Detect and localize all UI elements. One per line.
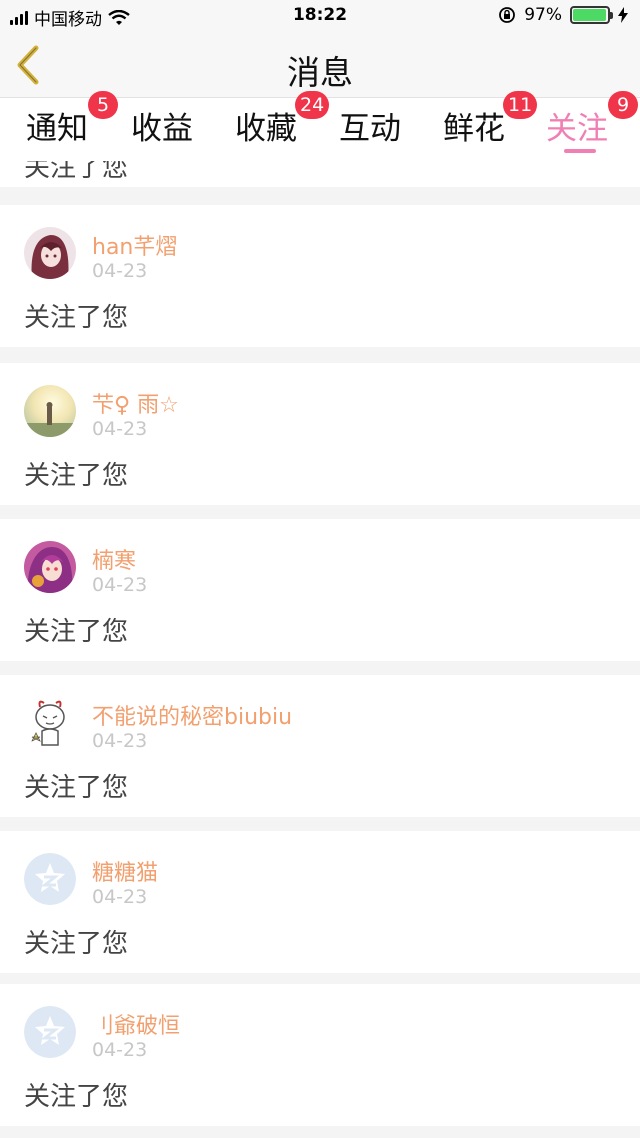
- default-avatar-icon: [24, 853, 76, 905]
- username[interactable]: 楠寒: [92, 543, 136, 575]
- avatar[interactable]: [24, 1006, 76, 1058]
- list-item[interactable]: 不能说的秘密biubiu 04-23 关注了您: [0, 675, 640, 817]
- tab-label: 收益: [131, 111, 193, 147]
- active-tab-indicator: [564, 149, 596, 153]
- notification-text: 关注了您: [24, 161, 129, 183]
- avatar[interactable]: [24, 385, 76, 437]
- unread-badge: 9: [608, 91, 638, 119]
- charging-icon: [618, 7, 628, 23]
- tab-label: 收藏: [235, 111, 297, 147]
- anime-girl-avatar-icon: [24, 227, 76, 279]
- username[interactable]: 刂爺破恒: [92, 1008, 180, 1040]
- tab-earnings[interactable]: 收益: [131, 103, 193, 153]
- username[interactable]: han芊熠: [92, 229, 177, 261]
- tab-interactions[interactable]: 互动: [339, 103, 401, 153]
- timestamp: 04-23: [92, 730, 148, 752]
- tab-label: 通知: [26, 111, 88, 147]
- avatar[interactable]: [24, 853, 76, 905]
- list-item[interactable]: 楠寒 04-23 关注了您: [0, 519, 640, 661]
- username[interactable]: 糖糖猫: [92, 855, 158, 887]
- avatar[interactable]: [24, 697, 76, 749]
- page-title: 消息: [287, 53, 353, 92]
- tab-label: 鲜花: [443, 111, 505, 147]
- tab-following[interactable]: 关注 9: [546, 91, 638, 153]
- notification-text: 关注了您: [24, 303, 129, 333]
- sunset-avatar-icon: [24, 385, 76, 437]
- battery-percent: 97%: [524, 5, 562, 25]
- list-item[interactable]: 关注了您: [0, 161, 640, 187]
- unread-badge: 11: [503, 91, 538, 119]
- list-item[interactable]: 糖糖猫 04-23 关注了您: [0, 831, 640, 973]
- tab-label: 互动: [339, 111, 401, 147]
- cartoon-bunny-avatar-icon: [24, 697, 76, 749]
- timestamp: 04-23: [92, 574, 148, 596]
- notification-text: 关注了您: [24, 617, 129, 647]
- notification-text: 关注了您: [24, 929, 129, 959]
- avatar[interactable]: [24, 227, 76, 279]
- unread-badge: 24: [295, 91, 330, 119]
- tab-flowers[interactable]: 鲜花 11: [443, 91, 538, 153]
- follow-notification-list[interactable]: 关注了您 han芊熠 04-23 关注了您 芐♀ 雨☆ 04-23 关注了您 楠…: [0, 161, 640, 1138]
- notification-text: 关注了您: [24, 1082, 129, 1112]
- tab-favorites[interactable]: 收藏 24: [235, 91, 330, 153]
- notification-text: 关注了您: [24, 461, 129, 491]
- tab-label: 关注: [546, 111, 608, 147]
- notification-text: 关注了您: [24, 773, 129, 803]
- list-item[interactable]: 芐♀ 雨☆ 04-23 关注了您: [0, 363, 640, 505]
- battery-icon: [570, 6, 613, 24]
- tab-bar: 通知 5 收益 收藏 24 互动 鲜花 11 关注 9: [0, 91, 640, 161]
- anime-purple-avatar-icon: [24, 541, 76, 593]
- username[interactable]: 芐♀ 雨☆: [92, 387, 179, 419]
- timestamp: 04-23: [92, 886, 148, 908]
- avatar[interactable]: [24, 541, 76, 593]
- status-bar: 中国移动 18:22 97%: [0, 0, 640, 32]
- timestamp: 04-23: [92, 1039, 148, 1061]
- tab-notifications[interactable]: 通知 5: [26, 91, 118, 153]
- username[interactable]: 不能说的秘密biubiu: [92, 699, 292, 731]
- default-avatar-icon: [24, 1006, 76, 1058]
- navigation-bar: 消息: [0, 32, 640, 98]
- list-item[interactable]: han芊熠 04-23 关注了您: [0, 205, 640, 347]
- timestamp: 04-23: [92, 260, 148, 282]
- rotation-lock-icon: [499, 7, 516, 23]
- unread-badge: 5: [88, 91, 118, 119]
- timestamp: 04-23: [92, 418, 148, 440]
- list-item[interactable]: 刂爺破恒 04-23 关注了您: [0, 984, 640, 1126]
